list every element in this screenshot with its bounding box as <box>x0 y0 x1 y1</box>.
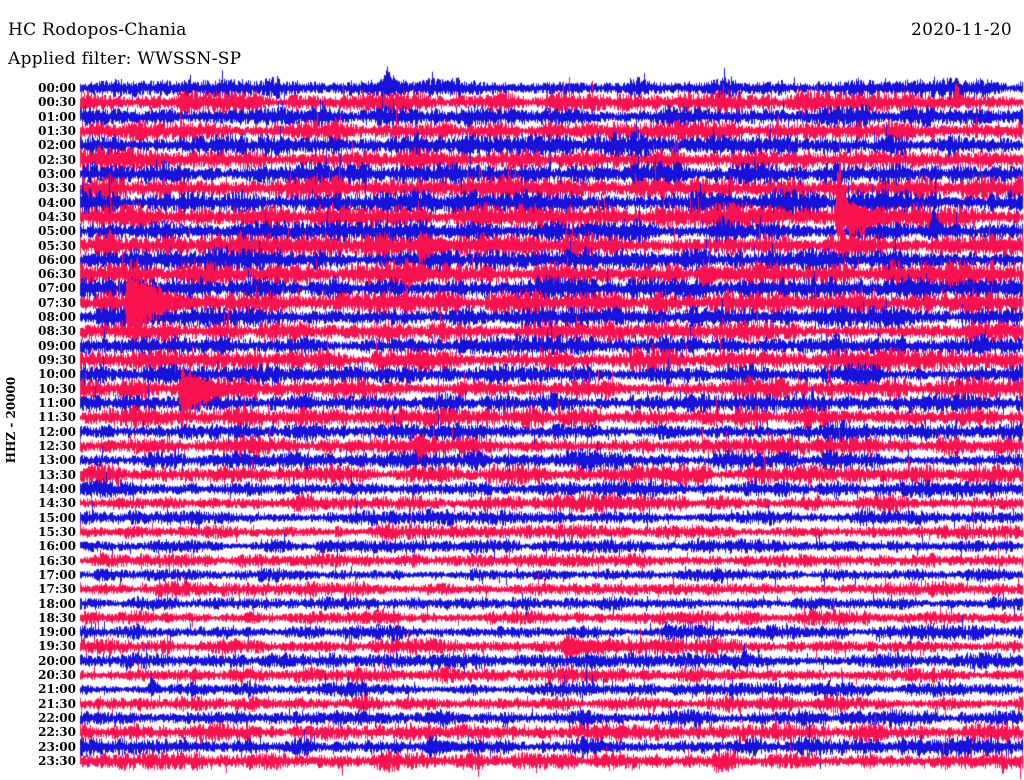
time-label: 10:30 <box>38 381 76 396</box>
time-label: 07:00 <box>38 281 76 296</box>
time-label: 01:30 <box>38 123 76 138</box>
time-label: 16:30 <box>38 553 76 568</box>
time-label: 13:00 <box>38 453 76 468</box>
time-label: 04:00 <box>38 195 76 210</box>
time-label: 07:30 <box>38 295 76 310</box>
time-label: 15:30 <box>38 524 76 539</box>
time-label: 09:30 <box>38 353 76 368</box>
time-label: 06:00 <box>38 252 76 267</box>
time-label: 18:00 <box>38 596 76 611</box>
time-label: 12:00 <box>38 424 76 439</box>
time-label: 20:00 <box>38 653 76 668</box>
time-label: 10:00 <box>38 367 76 382</box>
time-label: 03:30 <box>38 181 76 196</box>
time-label: 14:00 <box>38 481 76 496</box>
time-label: 21:00 <box>38 682 76 697</box>
time-label: 06:30 <box>38 267 76 282</box>
time-label: 22:00 <box>38 711 76 726</box>
date-label: 2020-11-20 <box>910 20 1012 40</box>
time-label: 08:30 <box>38 324 76 339</box>
time-label: 11:00 <box>38 396 76 411</box>
time-label: 22:30 <box>38 725 76 740</box>
time-label: 04:30 <box>38 209 76 224</box>
time-label: 18:30 <box>38 610 76 625</box>
time-label: 02:30 <box>38 152 76 167</box>
time-label: 12:30 <box>38 439 76 453</box>
time-label: 17:30 <box>38 582 76 597</box>
time-label: 08:00 <box>38 310 76 325</box>
helicorder-canvas <box>0 0 1024 780</box>
time-label: 00:30 <box>38 95 76 110</box>
time-label: 19:00 <box>38 625 76 640</box>
time-label: 03:00 <box>38 166 76 181</box>
station-title: HC Rodopos-Chania <box>8 20 187 40</box>
time-label: 00:00 <box>38 81 76 95</box>
time-label: 23:30 <box>38 754 76 769</box>
time-label: 09:00 <box>38 338 76 353</box>
time-label: 15:00 <box>38 510 76 525</box>
time-label: 14:30 <box>38 496 76 511</box>
time-label: 01:00 <box>38 109 76 124</box>
time-label: 05:00 <box>38 224 76 239</box>
time-label: 17:00 <box>38 567 76 582</box>
time-label: 13:30 <box>38 467 76 482</box>
filter-label: Applied filter: WWSSN-SP <box>8 49 242 69</box>
time-label: 16:00 <box>38 539 76 554</box>
seismogram-screen: HC Rodopos-Chania Applied filter: WWSSN-… <box>0 0 1024 780</box>
time-label: 02:00 <box>38 138 76 153</box>
time-label: 19:30 <box>38 639 76 654</box>
time-label: 21:30 <box>38 696 76 711</box>
time-label: 23:00 <box>38 739 76 754</box>
time-label: 11:30 <box>38 410 76 425</box>
time-label: 05:30 <box>38 238 76 253</box>
time-label: 20:30 <box>38 668 76 683</box>
